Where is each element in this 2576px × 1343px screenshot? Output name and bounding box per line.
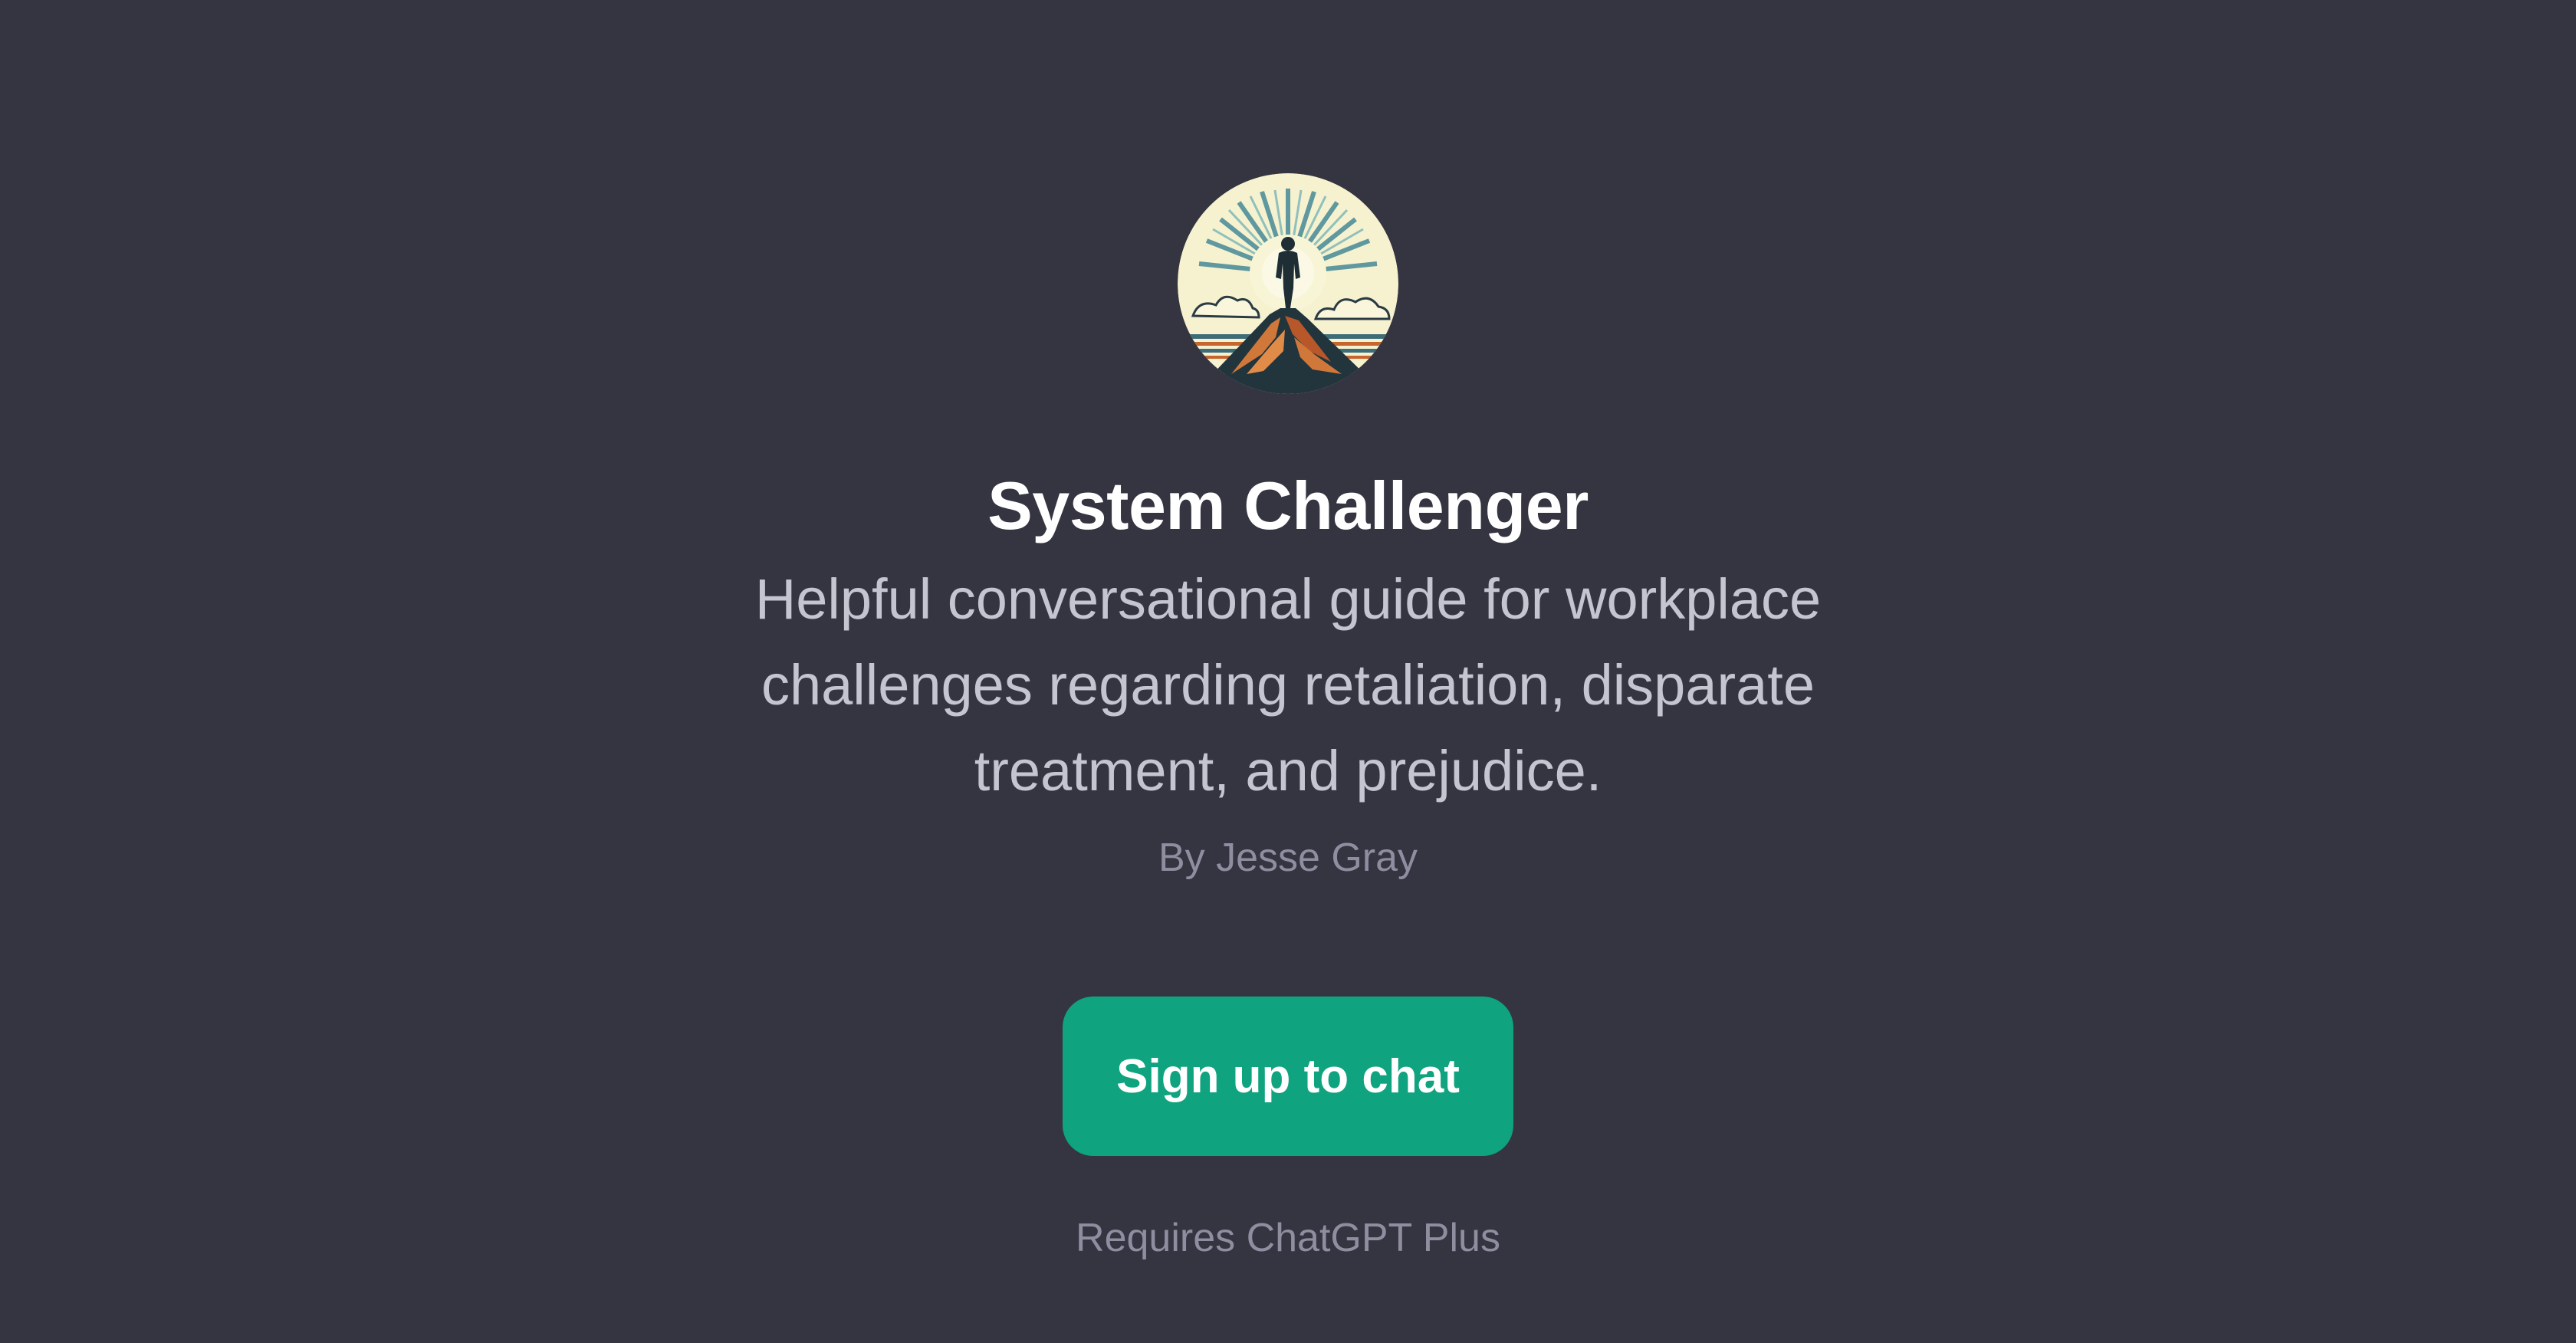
gpt-description: Helpful conversational guide for workpla… — [754, 567, 1822, 803]
gpt-author: By Jesse Gray — [1158, 836, 1418, 880]
gpt-title: System Challenger — [987, 468, 1589, 543]
gpt-landing-page: System Challenger Helpful conversational… — [0, 0, 2576, 1343]
gpt-avatar — [1178, 173, 1398, 394]
mountain-summit-figure-icon — [1178, 173, 1398, 394]
sign-up-to-chat-button[interactable]: Sign up to chat — [1063, 997, 1513, 1156]
plan-requirement-note: Requires ChatGPT Plus — [1076, 1216, 1500, 1260]
